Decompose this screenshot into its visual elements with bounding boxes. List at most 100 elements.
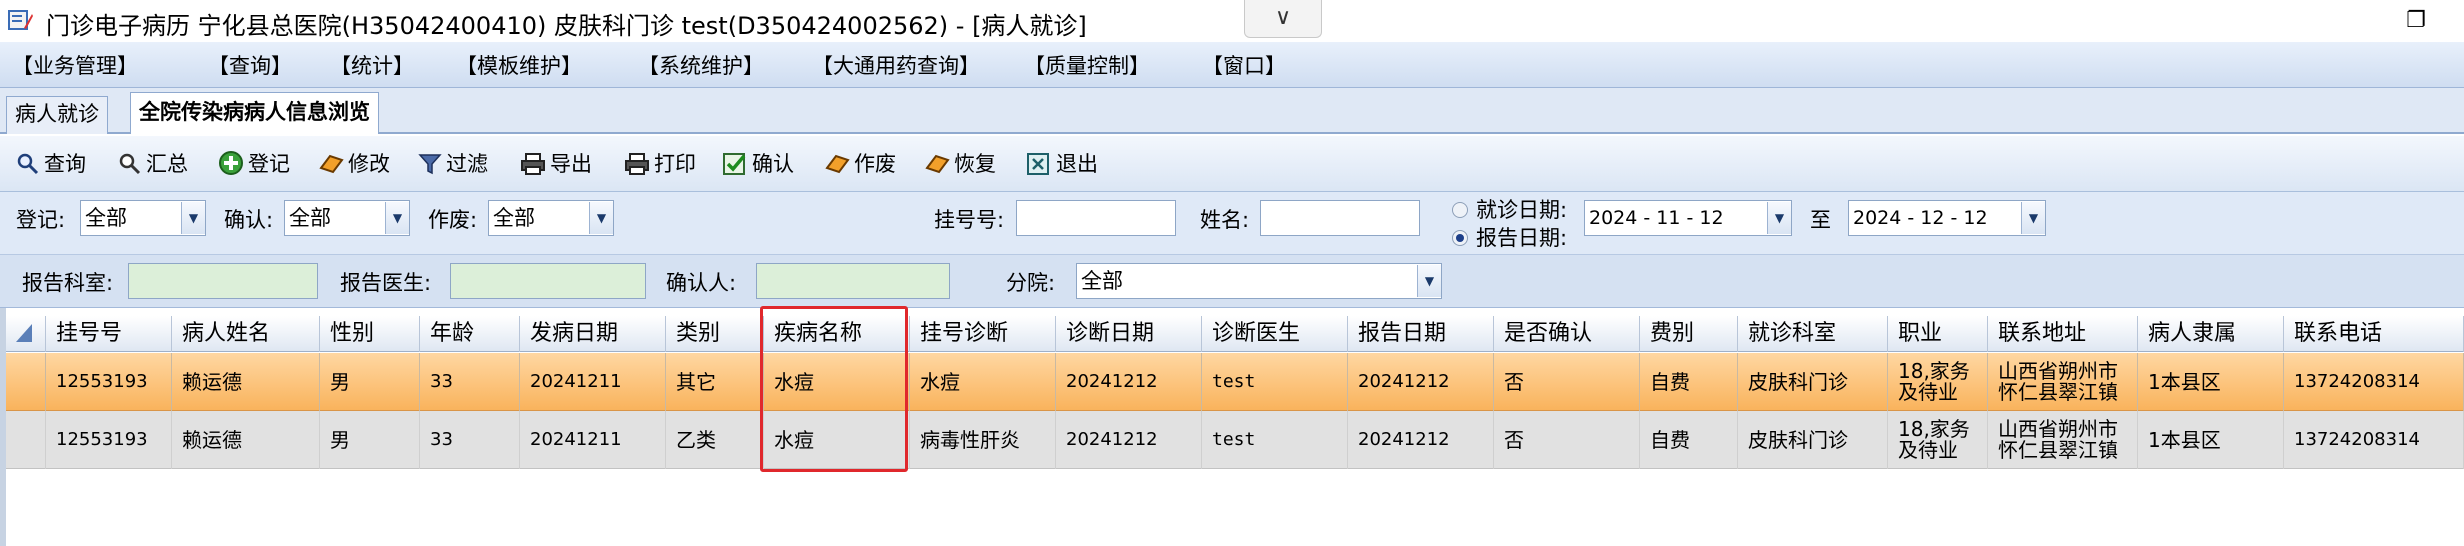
export-label: 导出: [550, 152, 592, 176]
void-select[interactable]: 全部 ▼: [488, 200, 614, 236]
address-line-1: 山西省朔州市: [1998, 417, 2118, 441]
chevron-down-icon[interactable]: ▼: [385, 202, 409, 234]
chevron-down-icon[interactable]: ▼: [2021, 202, 2045, 234]
col-patient-name[interactable]: 病人姓名: [172, 316, 320, 352]
cell-onset-date: 20241211: [520, 353, 666, 411]
col-onset-date[interactable]: 发病日期: [520, 316, 666, 352]
void-select-value: 全部: [493, 206, 535, 230]
eraser-icon: [319, 154, 344, 174]
restore-button[interactable]: 恢复: [924, 148, 996, 180]
col-confirmed[interactable]: 是否确认: [1494, 316, 1640, 352]
chevron-down-icon[interactable]: ∨: [1244, 0, 1322, 38]
menu-template[interactable]: 【模板维护】: [456, 50, 582, 80]
col-gender[interactable]: 性别: [320, 316, 420, 352]
edit-label: 修改: [348, 152, 390, 176]
cell-reg-no: 12553193: [46, 411, 172, 469]
col-fee-type[interactable]: 费别: [1640, 316, 1738, 352]
chevron-down-icon[interactable]: ▼: [181, 202, 205, 234]
address-line-2: 怀仁县翠江镇: [1998, 380, 2118, 404]
col-category[interactable]: 类别: [666, 316, 764, 352]
branch-select[interactable]: 全部 ▼: [1076, 263, 1442, 299]
exit-label: 退出: [1056, 152, 1098, 176]
visit-date-label: 就诊日期:: [1476, 198, 1568, 222]
occupation-line-1: 18,家务: [1898, 417, 1970, 441]
register-label: 登记: [248, 152, 290, 176]
void-button[interactable]: 作废: [824, 148, 896, 180]
restore-window-icon[interactable]: ❐: [2396, 4, 2436, 38]
menu-query[interactable]: 【查询】: [208, 50, 292, 80]
table-row[interactable]: 12553193 赖运德 男 33 20241211 其它 水痘 水痘 2024…: [6, 353, 2464, 411]
summary-button[interactable]: 汇总: [118, 148, 188, 180]
col-report-date[interactable]: 报告日期: [1348, 316, 1494, 352]
register-filter-label: 登记:: [16, 208, 66, 232]
col-reg-no[interactable]: 挂号号: [46, 316, 172, 352]
confirm-filter-label: 确认:: [224, 208, 274, 232]
print-button[interactable]: 打印: [624, 148, 696, 180]
date-to-picker[interactable]: 2024 - 12 - 12 ▼: [1848, 200, 2046, 236]
row-selector[interactable]: [6, 411, 46, 469]
col-diagnosis-doctor[interactable]: 诊断医生: [1202, 316, 1348, 352]
cell-reg-no: 12553193: [46, 353, 172, 411]
cell-fee-type: 自费: [1640, 411, 1738, 469]
confirmer-input[interactable]: [756, 263, 950, 299]
void-label: 作废: [854, 152, 896, 176]
occupation-line-2: 及待业: [1898, 380, 1958, 404]
cell-report-date: 20241212: [1348, 353, 1494, 411]
menu-window[interactable]: 【窗口】: [1202, 50, 1286, 80]
cell-visit-dept: 皮肤科门诊: [1738, 353, 1888, 411]
cell-affiliation: 1本县区: [2138, 411, 2284, 469]
query-button[interactable]: 查询: [16, 148, 86, 180]
col-diagnosis-date[interactable]: 诊断日期: [1056, 316, 1202, 352]
regno-input[interactable]: [1016, 200, 1176, 236]
menu-statistics[interactable]: 【统计】: [330, 50, 414, 80]
col-address[interactable]: 联系地址: [1988, 316, 2138, 352]
chevron-down-icon[interactable]: ▼: [589, 202, 613, 234]
confirm-select[interactable]: 全部 ▼: [284, 200, 410, 236]
col-affiliation[interactable]: 病人隶属: [2138, 316, 2284, 352]
date-from-picker[interactable]: 2024 - 11 - 12 ▼: [1584, 200, 1792, 236]
export-button[interactable]: 导出: [520, 148, 592, 180]
report-doctor-label: 报告医生:: [340, 271, 432, 295]
tab-infectious-browse[interactable]: 全院传染病病人信息浏览: [130, 92, 379, 134]
menu-system[interactable]: 【系统维护】: [638, 50, 764, 80]
printer-icon: [521, 153, 545, 175]
report-doctor-input[interactable]: [450, 263, 646, 299]
table-row[interactable]: 12553193 赖运德 男 33 20241211 乙类 水痘 病毒性肝炎 2…: [6, 411, 2464, 469]
app-icon: [8, 10, 33, 30]
register-select[interactable]: 全部 ▼: [80, 200, 206, 236]
chevron-down-icon[interactable]: ▼: [1417, 265, 1441, 297]
report-date-radio[interactable]: [1452, 230, 1468, 246]
highlight-box: [760, 306, 908, 472]
confirm-button[interactable]: 确认: [722, 148, 794, 180]
register-button[interactable]: 登记: [218, 148, 290, 180]
tab-patient-visit[interactable]: 病人就诊: [6, 96, 108, 134]
filter-label: 过滤: [446, 152, 488, 176]
visit-date-radio[interactable]: [1452, 202, 1468, 218]
chevron-down-icon[interactable]: ▼: [1767, 202, 1791, 234]
grid-header: 挂号号 病人姓名 性别 年龄 发病日期 类别 疾病名称 挂号诊断 诊断日期 诊断…: [6, 316, 2464, 352]
cell-category: 其它: [666, 353, 764, 411]
tab-strip: 病人就诊 全院传染病病人信息浏览: [0, 88, 2464, 134]
cell-diagnosis-doctor: test: [1202, 411, 1348, 469]
exit-icon: [1027, 153, 1049, 175]
col-age[interactable]: 年龄: [420, 316, 520, 352]
report-dept-input[interactable]: [128, 263, 318, 299]
confirmer-label: 确认人:: [666, 271, 737, 295]
menu-business[interactable]: 【业务管理】: [12, 50, 138, 80]
name-input[interactable]: [1260, 200, 1420, 236]
menu-drug-query[interactable]: 【大通用药查询】: [812, 50, 980, 80]
col-phone[interactable]: 联系电话: [2284, 316, 2464, 352]
void-filter-label: 作废:: [428, 208, 478, 232]
col-visit-dept[interactable]: 就诊科室: [1738, 316, 1888, 352]
branch-label: 分院:: [1006, 271, 1056, 295]
menu-quality[interactable]: 【质量控制】: [1024, 50, 1150, 80]
col-reg-diagnosis[interactable]: 挂号诊断: [910, 316, 1056, 352]
filter-button[interactable]: 过滤: [418, 148, 488, 180]
toolbar: 查询 汇总 登记 修改 过滤 导出 打印 确认 作废 恢复 退出: [0, 136, 2464, 192]
cell-diagnosis-doctor: test: [1202, 353, 1348, 411]
row-selector[interactable]: [6, 353, 46, 411]
date-to-value: 2024 - 12 - 12: [1853, 207, 1988, 229]
col-occupation[interactable]: 职业: [1888, 316, 1988, 352]
exit-button[interactable]: 退出: [1026, 148, 1098, 180]
edit-button[interactable]: 修改: [318, 148, 390, 180]
